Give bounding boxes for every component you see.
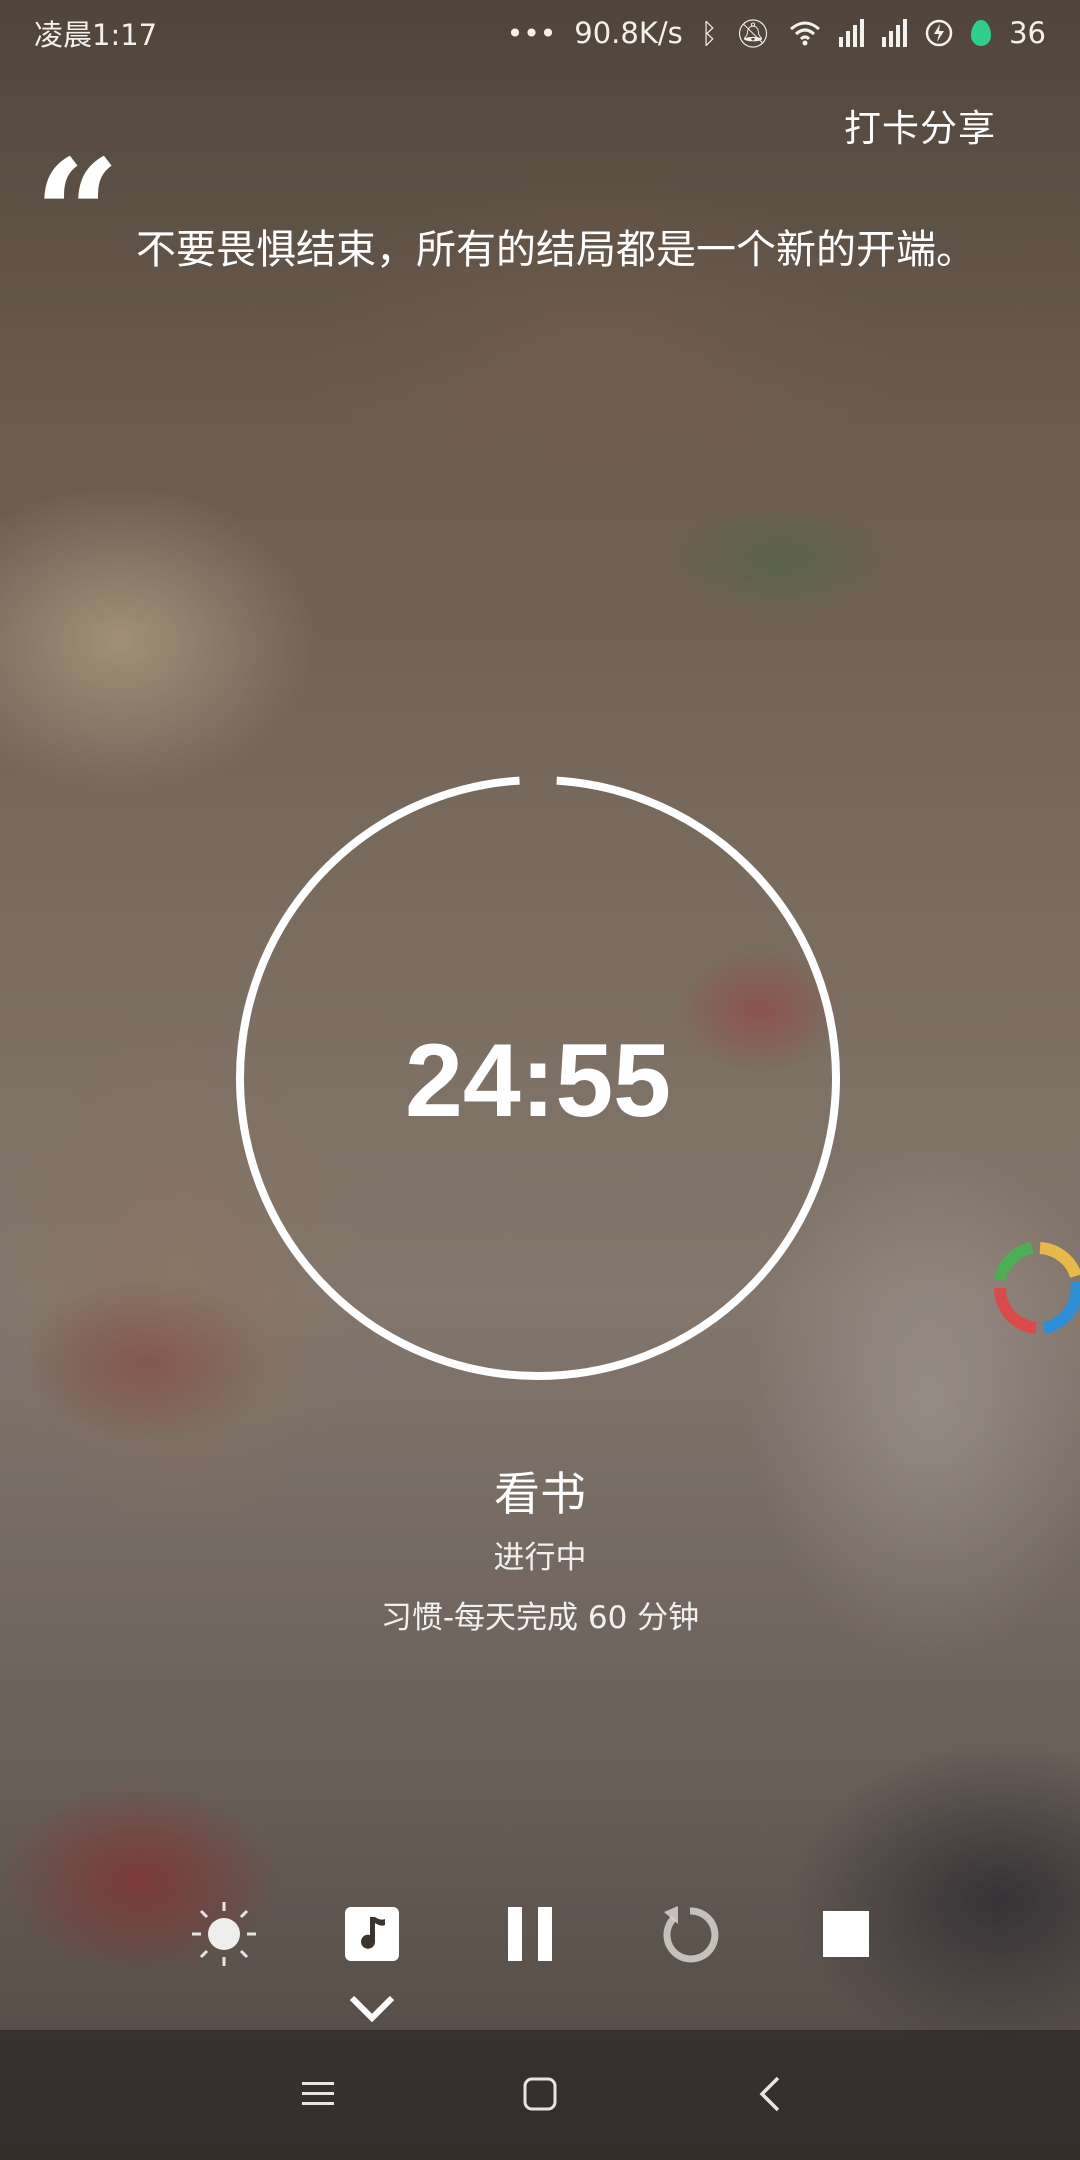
home-button[interactable] [510,2064,570,2124]
system-nav-bar [0,2030,1080,2160]
music-icon [345,1907,399,1961]
task-status: 进行中 [493,1540,587,1576]
quote-text: 不要畏惧结束，所有的结局都是一个新的开端。 [136,227,976,273]
dots-icon: ••• [506,16,557,50]
chevron-down-icon [349,1995,395,2023]
wifi-icon [790,21,821,46]
status-bar: 凌晨1:17 ••• 90.8K/s ᛒ 🔕︎ 36 [0,0,1080,66]
status-time: 凌晨1:17 [34,18,158,52]
quote-mark-icon: “ [34,127,121,303]
reset-icon [663,1906,719,1963]
network-speed: 90.8K/s [574,16,683,50]
stop-icon [823,1911,869,1957]
charging-icon [925,19,953,47]
signal-icon [839,19,865,47]
signal-icon [882,19,908,47]
menu-button[interactable] [288,2064,348,2124]
battery-drop-icon [971,20,992,46]
habit-goal: 习惯-每天完成 60 分钟 [380,1600,700,1636]
bluetooth-icon: ᛒ [700,16,718,50]
share-checkin-button[interactable]: 打卡分享 [844,98,996,152]
brightness-button[interactable] [184,1894,264,1974]
pause-button[interactable] [490,1894,570,1974]
menu-icon [302,2082,334,2105]
home-icon [523,2077,557,2111]
music-button[interactable] [332,1894,412,1974]
battery-level: 36 [1009,16,1046,50]
back-icon [759,2076,780,2112]
timer-controls [0,1894,1080,1974]
task-name: 看书 [494,1467,586,1521]
back-button[interactable] [740,2064,800,2124]
status-icons: ••• 90.8K/s ᛒ 🔕︎ 36 [507,16,1046,50]
timer-countdown: 24:55 [405,1023,671,1139]
reset-button[interactable] [648,1894,728,1974]
collapse-button[interactable] [344,1990,400,2026]
focus-timer-screen: 凌晨1:17 ••• 90.8K/s ᛒ 🔕︎ 36 打卡分享 “ 不要畏惧结束… [0,0,1080,2160]
mute-icon: 🔕︎ [735,16,772,50]
pause-icon [508,1907,552,1961]
stop-button[interactable] [806,1894,886,1974]
floating-assistant-icon[interactable] [984,1236,1080,1340]
brightness-icon [192,1902,256,1966]
